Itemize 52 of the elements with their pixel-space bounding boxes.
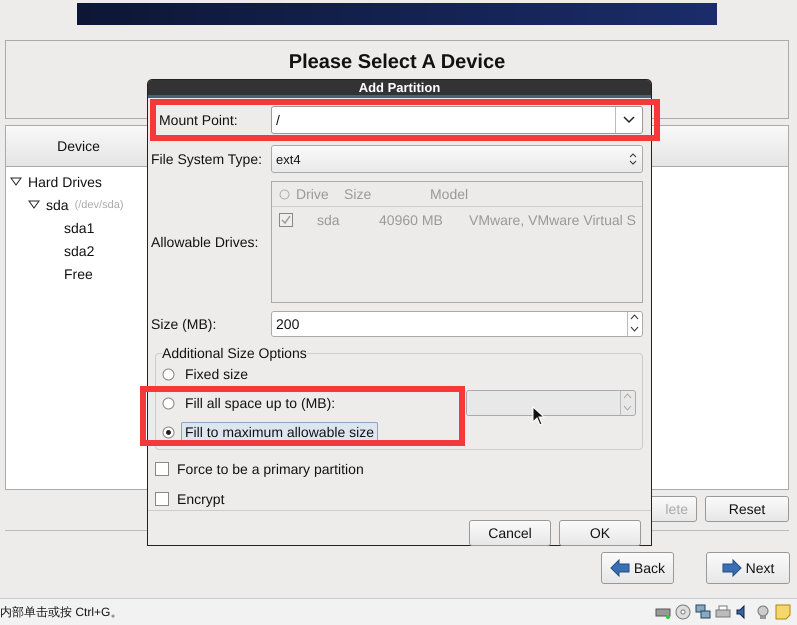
arrow-right-icon [722, 559, 742, 577]
mount-point-combo[interactable]: / [271, 106, 643, 134]
tree-item[interactable]: sda [46, 196, 69, 212]
table-cell-text: 40960 MB [379, 212, 444, 228]
spin-arrows-icon [621, 391, 634, 413]
tree-item[interactable]: Hard Drives [28, 174, 102, 190]
mouse-cursor-icon [532, 406, 546, 426]
field-label: Allowable Drives: [151, 234, 260, 250]
status-text: 内部单击或按 Ctrl+G。 [0, 604, 122, 620]
spin-arrows-icon [628, 312, 641, 334]
field-label: Mount Point: [158, 112, 239, 128]
max-size-field[interactable] [466, 390, 636, 416]
up-down-icon [628, 152, 638, 166]
radio-header-icon [279, 188, 290, 200]
group-title: Additional Size Options [162, 345, 307, 361]
checkbox-label[interactable]: Encrypt [177, 491, 224, 507]
dialog-title: Add Partition [358, 80, 440, 95]
disc-icon[interactable] [675, 604, 691, 620]
table-button[interactable]: Reset [705, 496, 789, 522]
field-label: File System Type: [151, 151, 264, 167]
nav-button[interactable]: Next [706, 552, 790, 584]
tree-item[interactable]: sda2 [64, 242, 94, 258]
radio-label[interactable]: Fixed size [181, 364, 252, 384]
expander-icon[interactable] [10, 176, 22, 186]
tree-item[interactable]: sda1 [64, 220, 94, 236]
chevron-down-icon [623, 116, 635, 124]
table-cell-text: VMware, VMware Virtual S [469, 212, 638, 228]
checkbox[interactable] [155, 462, 169, 476]
radio-label[interactable]: Fill to maximum allowable size [181, 422, 378, 442]
network-icon[interactable] [695, 604, 711, 620]
radio-button[interactable] [162, 368, 175, 380]
device-path: (/dev/sda) [74, 198, 124, 210]
dialog-button[interactable]: Cancel [469, 520, 551, 546]
table-cell-text: sda [317, 212, 341, 228]
arrow-left-icon [610, 559, 630, 577]
radio-button[interactable] [162, 426, 175, 438]
checkbox[interactable] [279, 213, 293, 227]
radio-label[interactable]: Fill all space up to (MB): [181, 393, 340, 413]
nav-button[interactable]: Back [600, 552, 674, 584]
printer-icon[interactable] [715, 604, 731, 620]
dialog-button[interactable]: OK [559, 520, 641, 546]
page-heading: Please Select A Device [288, 51, 506, 74]
checkbox[interactable] [155, 492, 169, 506]
field-label: Size (MB): [151, 316, 218, 332]
tree-item[interactable]: Free [64, 266, 93, 282]
size-field[interactable]: 200 [271, 311, 643, 337]
file-system-select[interactable]: ext4 [271, 145, 643, 173]
expander-icon[interactable] [28, 200, 40, 210]
note-icon[interactable] [775, 604, 791, 620]
checkbox-label[interactable]: Force to be a primary partition [177, 461, 364, 477]
radio-button[interactable] [162, 396, 175, 410]
webcam-icon[interactable] [755, 604, 771, 620]
